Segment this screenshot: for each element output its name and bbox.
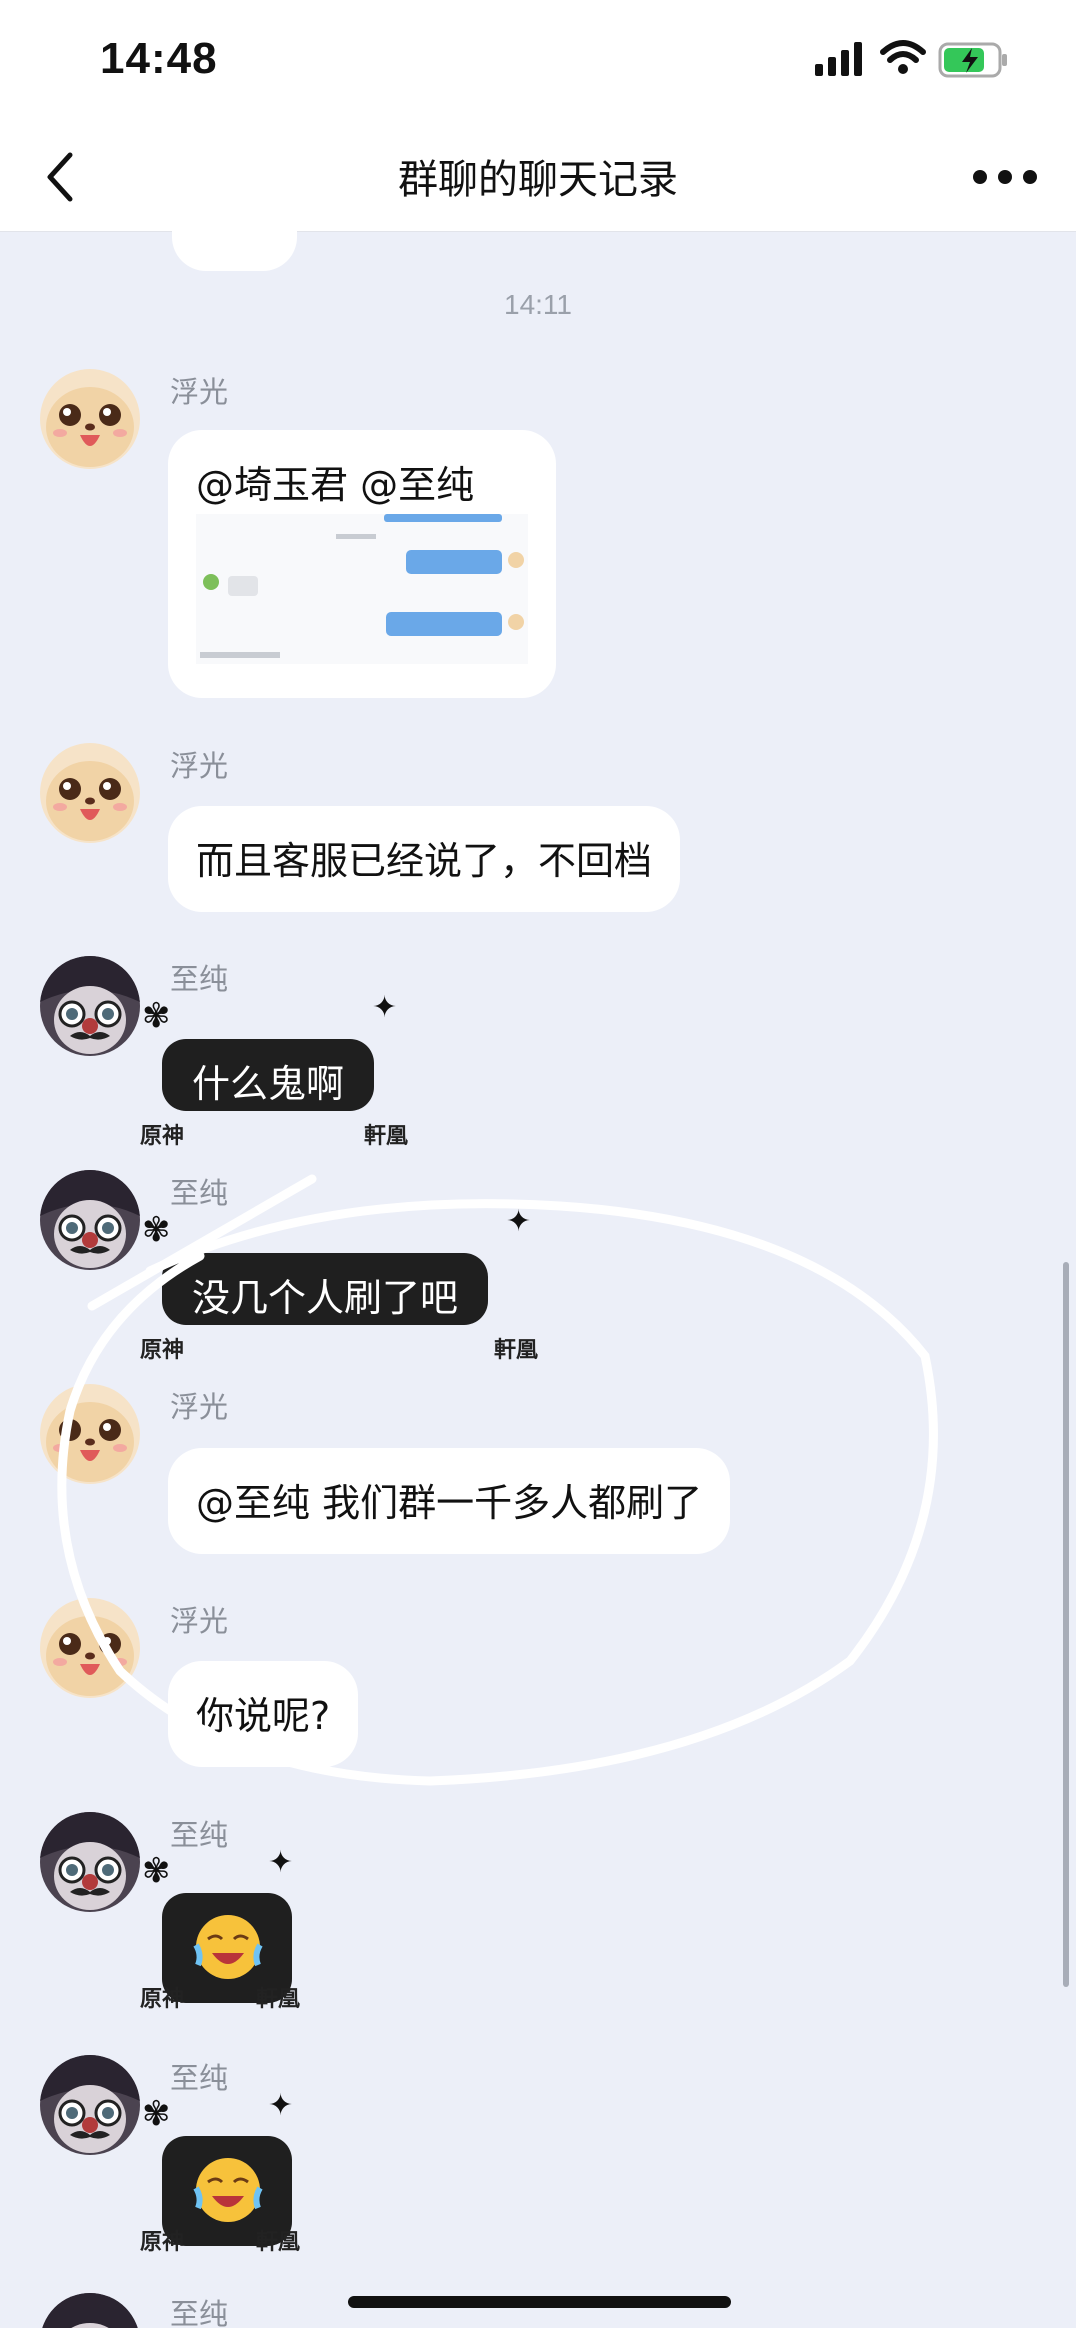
chat-history[interactable]: 14:11 浮光 @埼玉君 @至纯 浮光 而且客服已经说了，不回档 至纯 什么鬼…	[0, 231, 1076, 2328]
status-time: 14:48	[100, 34, 218, 83]
page-title: 群聊的聊天记录	[398, 157, 678, 203]
signal-icon	[815, 42, 862, 76]
handwritten-circle-annotation	[57, 1174, 938, 1786]
scrollbar[interactable]	[1063, 1262, 1069, 1987]
status-bar: 14:48	[0, 0, 1076, 125]
wifi-icon	[880, 40, 926, 74]
nav-bar: 群聊的聊天记录	[0, 125, 1076, 232]
battery-icon	[938, 42, 1007, 78]
home-indicator[interactable]	[348, 2296, 731, 2308]
ellipsis-icon[interactable]	[970, 147, 1040, 207]
